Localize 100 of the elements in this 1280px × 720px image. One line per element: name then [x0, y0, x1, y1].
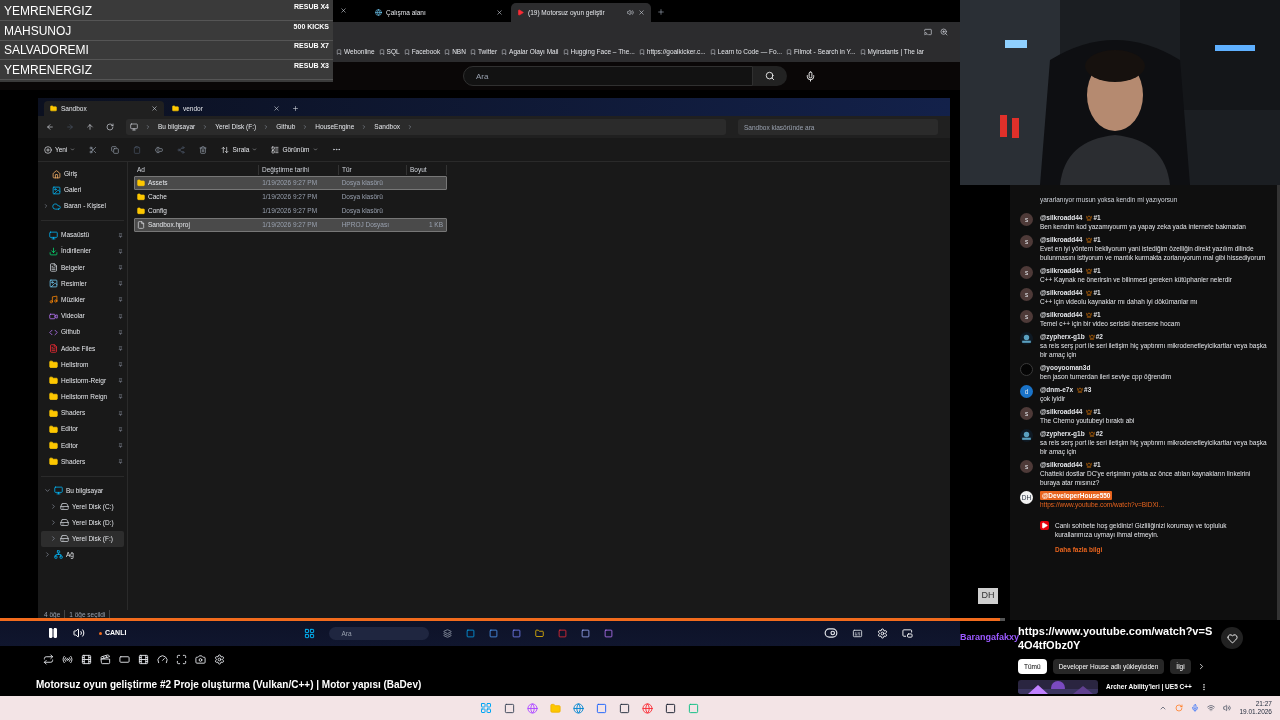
- speaker-icon[interactable]: [1223, 704, 1232, 712]
- microphone-icon[interactable]: [805, 70, 816, 82]
- caret-icon: [312, 147, 318, 152]
- play-icon: [517, 9, 524, 16]
- globe-icon[interactable]: [527, 702, 539, 714]
- monitor-icon: [54, 486, 63, 496]
- globe-icon[interactable]: [642, 702, 654, 714]
- cloud-icon: [52, 201, 61, 211]
- folder-icon: [49, 424, 58, 434]
- chevron-up-icon[interactable]: [1159, 704, 1168, 712]
- list-icon: [271, 145, 280, 154]
- folder-icon: [137, 179, 145, 187]
- monitor-icon: [130, 123, 138, 131]
- film-icon[interactable]: [138, 653, 149, 665]
- cast-icon[interactable]: [924, 28, 932, 36]
- crown-icon: [1086, 214, 1093, 221]
- crown-icon: [1086, 289, 1093, 296]
- more-icon[interactable]: [331, 145, 341, 154]
- chevron-right-icon: [302, 124, 309, 130]
- network-icon[interactable]: [1207, 704, 1216, 712]
- crown-icon: [1077, 386, 1084, 393]
- autoplay-toggle[interactable]: [824, 626, 838, 640]
- globe-icon[interactable]: [573, 702, 585, 714]
- subtitles-icon[interactable]: [852, 627, 863, 639]
- new-tab-icon[interactable]: [657, 8, 665, 16]
- repeat-icon[interactable]: [43, 653, 54, 665]
- up-icon[interactable]: [86, 123, 94, 131]
- video-title: Motorsuz oyun geliştirme #2 Proje oluşturma (Vulkan/C++) | Motor yapısı (BaDev): [36, 677, 422, 692]
- crown-icon: [1086, 408, 1093, 415]
- miniplayer-icon[interactable]: [902, 627, 913, 639]
- folder-icon: [49, 376, 58, 386]
- close-icon[interactable]: [273, 105, 280, 112]
- clapperboard-icon[interactable]: [100, 653, 111, 665]
- expand-icon[interactable]: [176, 653, 187, 665]
- document-icon: [49, 343, 58, 353]
- settings-icon[interactable]: [214, 653, 225, 665]
- pause-icon[interactable]: [47, 627, 59, 639]
- chevron-right-icon: [361, 124, 368, 130]
- globe-icon: [375, 9, 382, 16]
- crown-icon: [1086, 267, 1093, 274]
- app-icon: [604, 628, 614, 638]
- close-icon[interactable]: [638, 9, 645, 16]
- camera-icon[interactable]: [195, 653, 206, 665]
- copy-icon[interactable]: [111, 145, 120, 154]
- bookmark-icon: [336, 49, 342, 55]
- close-icon[interactable]: [151, 105, 158, 112]
- search-button[interactable]: [753, 66, 787, 86]
- cut-icon[interactable]: [89, 145, 98, 154]
- bookmark-icon: [378, 49, 385, 55]
- close-icon[interactable]: [340, 7, 347, 14]
- app-icon[interactable]: [665, 702, 677, 714]
- bookmark-icon: [444, 49, 451, 55]
- drive-icon: [60, 518, 69, 528]
- new-tab-icon[interactable]: [292, 105, 299, 112]
- task-view-icon[interactable]: [504, 702, 516, 714]
- document-icon: [49, 262, 58, 272]
- folder-icon: [49, 457, 58, 467]
- crown-icon: [1088, 430, 1095, 437]
- overlay-url: https://www.youtube.com/watch?v=S4O4tfObz0Y: [1018, 624, 1213, 652]
- app-icon: [466, 628, 476, 638]
- overlay-username: SALVADOREMI: [4, 42, 89, 60]
- broadcast-icon[interactable]: [62, 653, 73, 665]
- rectangle-icon[interactable]: [119, 653, 130, 665]
- chevron-right-icon: [202, 124, 209, 130]
- refresh-icon[interactable]: [106, 123, 114, 131]
- rename-icon[interactable]: [155, 145, 164, 154]
- delete-icon[interactable]: [199, 145, 208, 154]
- back-icon[interactable]: [46, 123, 54, 131]
- bookmark-icon: [709, 49, 716, 55]
- monitor-icon: [49, 230, 58, 240]
- overlay-username: YEMRENERGIZ: [4, 3, 92, 20]
- download-icon: [49, 246, 58, 256]
- app-icon[interactable]: [619, 702, 631, 714]
- crown-icon: [1088, 333, 1095, 340]
- layers-icon: [443, 628, 453, 638]
- film-icon[interactable]: [81, 653, 92, 665]
- chat-overlay-name: Barangafakxy: [960, 632, 1018, 643]
- code-icon: [49, 327, 58, 337]
- speaker-icon: [627, 9, 634, 16]
- app-icon: [581, 628, 591, 638]
- bookmark-icon: [469, 49, 476, 55]
- close-icon[interactable]: [496, 9, 503, 16]
- music-icon: [49, 295, 58, 305]
- volume-icon[interactable]: [73, 627, 85, 639]
- overlay-username: YEMRENERGIZ: [4, 61, 92, 79]
- folder-icon: [50, 105, 57, 112]
- image-icon: [52, 185, 61, 195]
- overlay-username: MAHSUNOJ: [4, 22, 72, 40]
- app-icon: [512, 628, 522, 638]
- search-field[interactable]: Ara: [463, 66, 753, 86]
- drive-icon: [60, 502, 69, 512]
- zoom-icon[interactable]: [940, 28, 948, 36]
- bookmark-icon: [403, 49, 410, 55]
- heart-icon: [1226, 632, 1238, 644]
- gauge-icon[interactable]: [157, 653, 168, 665]
- crown-icon: [1086, 236, 1093, 243]
- caret-icon: [252, 147, 258, 152]
- like-button[interactable]: [1221, 627, 1243, 649]
- file-icon: [137, 221, 145, 229]
- sort-icon: [221, 145, 230, 154]
